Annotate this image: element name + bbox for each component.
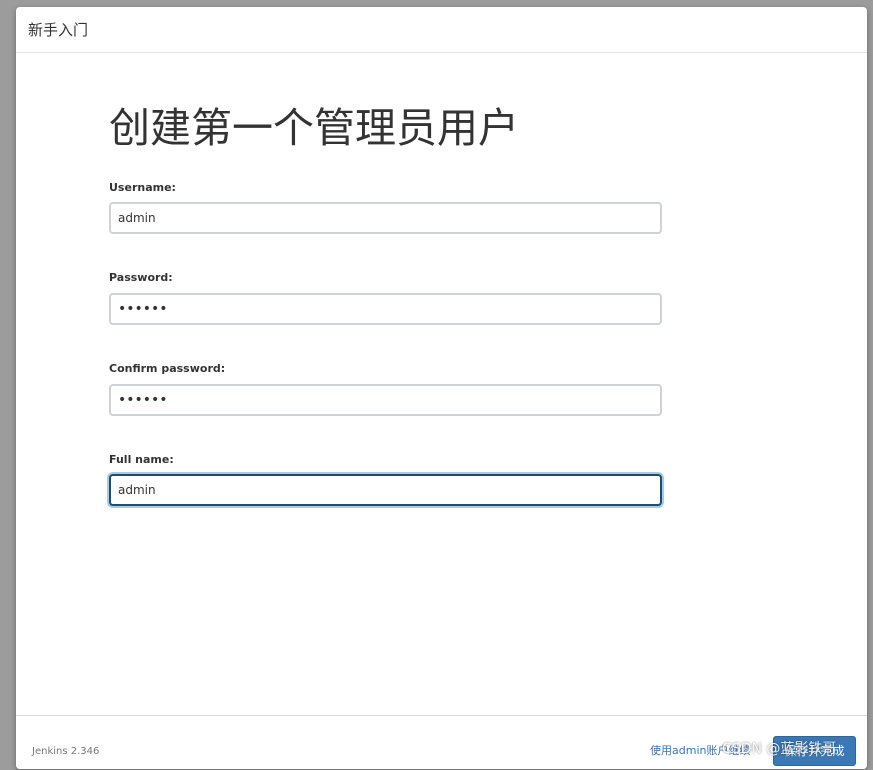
dialog-footer: Jenkins 2.346 使用admin账户继续 保存并完成 <box>16 715 867 769</box>
username-label: Username: <box>109 181 176 194</box>
username-input[interactable] <box>109 202 662 234</box>
page-heading: 创建第一个管理员用户 <box>109 104 519 152</box>
save-and-finish-button[interactable]: 保存并完成 <box>773 736 856 766</box>
confirm-password-label: Confirm password: <box>109 362 226 375</box>
dialog-header: 新手入门 <box>16 7 867 53</box>
continue-as-admin-link[interactable]: 使用admin账户继续 <box>650 744 750 758</box>
setup-wizard-dialog: 新手入门 创建第一个管理员用户 Username: Password: Conf… <box>16 7 867 769</box>
confirm-password-input[interactable] <box>109 384 662 416</box>
full-name-input[interactable] <box>109 474 662 506</box>
full-name-label: Full name: <box>109 453 174 466</box>
version-label: Jenkins 2.346 <box>32 746 100 757</box>
dialog-title: 新手入门 <box>28 21 89 39</box>
password-label: Password: <box>109 271 173 284</box>
password-input[interactable] <box>109 293 662 325</box>
dialog-body: 创建第一个管理员用户 Username: Password: Confirm p… <box>16 53 867 715</box>
